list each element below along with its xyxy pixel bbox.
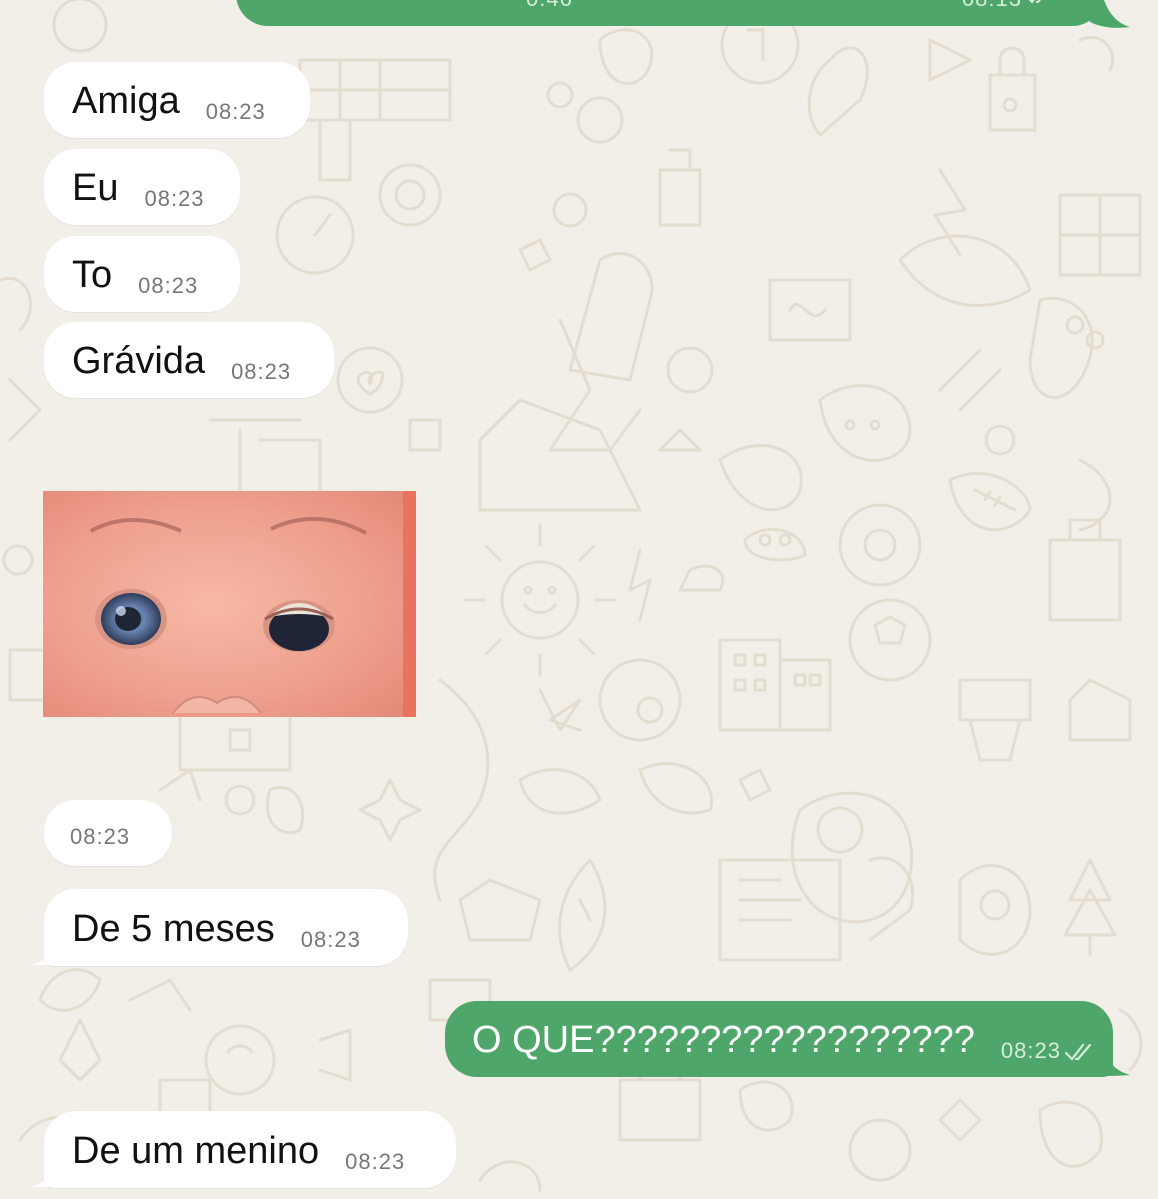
double-check-icon bbox=[1026, 0, 1054, 10]
incoming-message[interactable]: De 5 meses 08:23 bbox=[44, 889, 408, 966]
incoming-message[interactable]: Amiga 08:23 bbox=[44, 62, 310, 138]
message-time: 08:23 bbox=[231, 359, 292, 384]
message-time: 08:13 bbox=[962, 0, 1022, 12]
message-text: De 5 meses bbox=[72, 908, 275, 950]
incoming-message[interactable]: 08:23 bbox=[44, 800, 172, 866]
message-text: Amiga bbox=[72, 80, 180, 122]
message-time: 08:23 bbox=[144, 186, 205, 211]
sticker-image[interactable] bbox=[43, 491, 416, 717]
message-time: 08:23 bbox=[1000, 1038, 1061, 1063]
message-time: 08:23 bbox=[70, 824, 131, 849]
message-time: 08:23 bbox=[138, 273, 199, 298]
outgoing-message[interactable]: O QUE?????????????????? 08:23 bbox=[445, 1001, 1113, 1077]
incoming-message[interactable]: Grávida 08:23 bbox=[44, 322, 334, 398]
doll-face-photo bbox=[43, 491, 416, 717]
incoming-message[interactable]: De um menino 08:23 bbox=[44, 1111, 456, 1188]
message-text: O QUE?????????????????? bbox=[472, 1019, 975, 1061]
voice-duration: 0:46 bbox=[526, 0, 573, 12]
message-time: 08:23 bbox=[345, 1149, 406, 1174]
message-text: Eu bbox=[72, 167, 119, 209]
message-text: Grávida bbox=[72, 340, 206, 382]
incoming-message[interactable]: Eu 08:23 bbox=[44, 149, 240, 225]
voice-message-bubble[interactable]: 0:46 08:13 bbox=[236, 0, 1104, 26]
message-time: 08:23 bbox=[300, 927, 361, 952]
message-time: 08:23 bbox=[205, 99, 266, 124]
incoming-message[interactable]: To 08:23 bbox=[44, 236, 240, 312]
message-text: To bbox=[72, 254, 113, 296]
message-text: De um menino bbox=[72, 1130, 320, 1172]
double-check-icon bbox=[1064, 1044, 1095, 1064]
